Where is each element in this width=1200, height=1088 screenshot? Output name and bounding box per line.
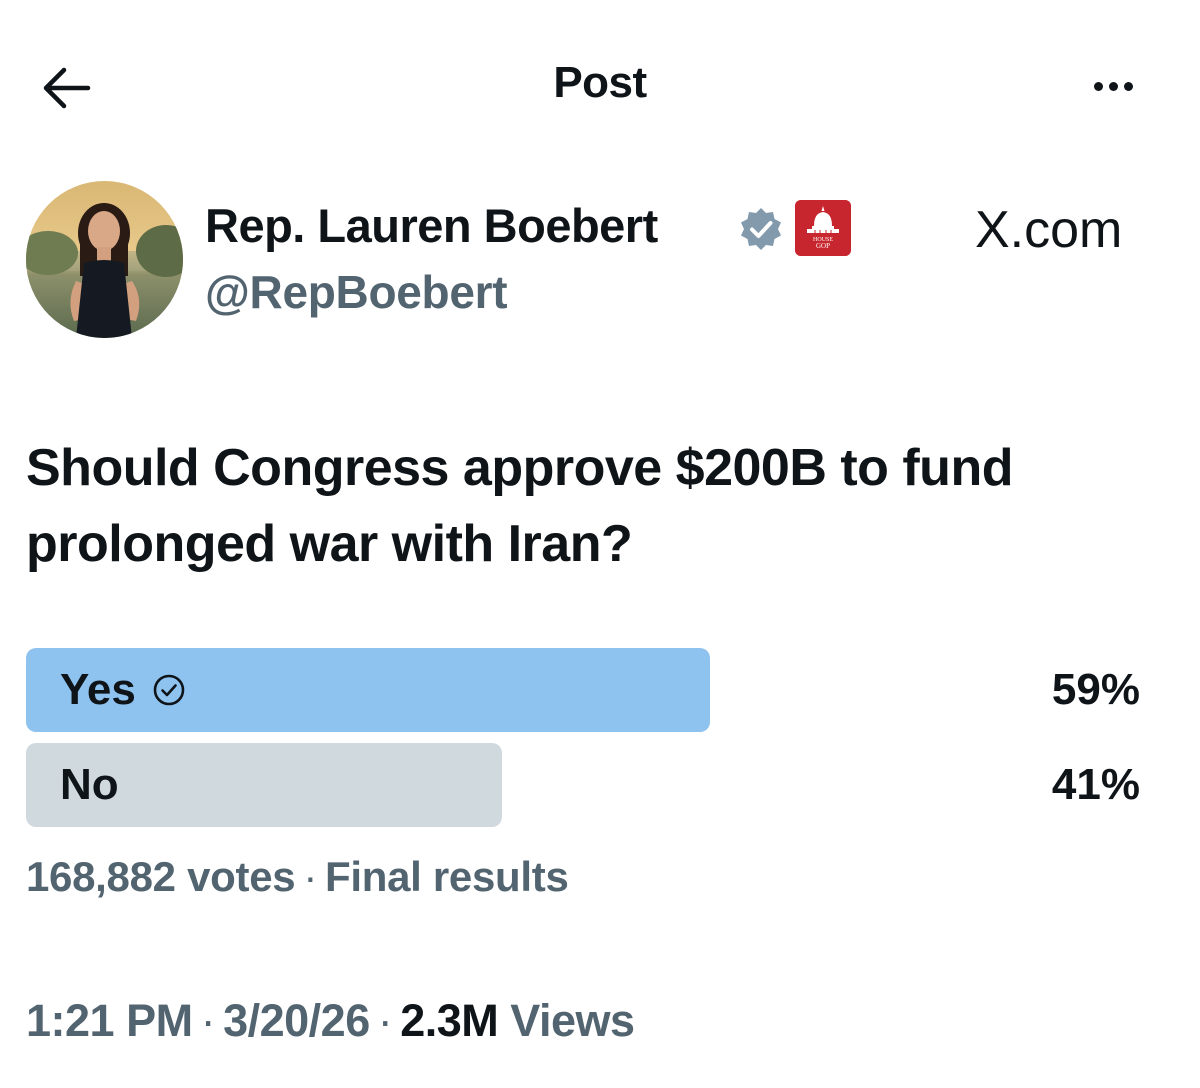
post-date[interactable]: 3/20/26 [223,995,370,1046]
more-options-button[interactable] [1078,64,1148,108]
verified-badge-icon [741,208,781,250]
separator: · [200,995,216,1046]
house-gop-badge[interactable]: HOUSE GOP [795,200,851,256]
svg-text:GOP: GOP [816,242,830,250]
poll-vote-count: 168,882 votes [26,853,296,900]
separator: · [303,853,317,900]
views-label[interactable]: Views [510,995,635,1046]
check-circle-icon [153,674,185,706]
poll-option-no[interactable]: No 41% [26,743,1140,827]
x-com-watermark: X.com [975,201,1123,259]
tweet-text: Should Congress approve $200B to fund pr… [26,439,1013,573]
poll-summary: 168,882 votes · Final results [26,853,569,901]
separator: · [377,995,393,1046]
poll-option-percent: 59% [1051,665,1140,714]
poll-option-percent: 41% [1051,760,1140,809]
page-title: Post [553,58,647,107]
post-time[interactable]: 1:21 PM [26,995,193,1046]
more-horizontal-icon [1093,81,1103,91]
poll-status: Final results [325,853,569,900]
views-count[interactable]: 2.3M [400,995,499,1046]
avatar-image [26,181,183,338]
author-handle[interactable]: @RepBoebert [205,265,508,319]
avatar[interactable] [26,181,183,338]
poll-option-yes[interactable]: Yes 59% [26,648,1140,732]
author-display-name[interactable]: Rep. Lauren Boebert [205,198,658,253]
poll-option-label: No [60,760,119,809]
poll-option-label: Yes [60,665,136,714]
capitol-icon: HOUSE GOP [795,200,851,256]
post-timestamp: 1:21 PM · 3/20/26 · 2.3M Views [26,995,635,1047]
